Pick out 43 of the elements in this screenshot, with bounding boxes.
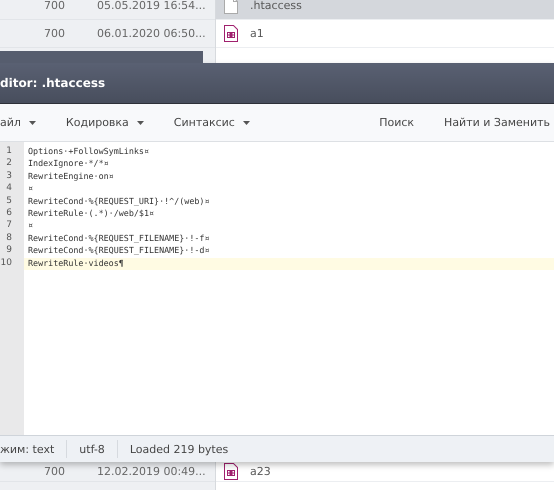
video-file-icon	[224, 25, 238, 42]
file-row[interactable]: .htaccess	[216, 0, 554, 20]
line-number: 6	[5, 208, 13, 220]
line-number: 3	[5, 170, 13, 183]
menu-dropdown[interactable]: айл	[0, 116, 36, 129]
caret-icon	[136, 120, 144, 124]
date-cell: 06.01.2020 06:50...	[97, 27, 206, 40]
line-number: 4	[5, 183, 13, 196]
line-number: 1	[5, 146, 13, 158]
code-line: ¤	[27, 183, 34, 196]
code-line: ¤	[27, 220, 34, 232]
code-line: RewriteRule·(.*)·/web/$1¤	[27, 208, 156, 220]
code-line: Options·+FollowSymLinks¤	[27, 146, 150, 158]
line-number: 2	[5, 158, 13, 170]
status-text: Loaded 219 bytes	[130, 442, 228, 456]
date-cell: 05.05.2019 16:54...	[97, 0, 206, 12]
code-line: RewriteCond·%{REQUEST_FILENAME}·!-f¤	[27, 232, 211, 245]
line-number: 8	[5, 232, 13, 245]
code-line: RewriteCond·%{REQUEST_FILENAME}·!-d¤	[27, 245, 211, 258]
caret-icon	[242, 120, 250, 124]
document-icon	[224, 0, 238, 14]
video-file-icon	[224, 462, 238, 480]
toolbar-button[interactable]: Поиск	[379, 116, 414, 129]
window-title: ditor: .htaccess	[0, 76, 106, 90]
caret-icon	[28, 120, 36, 124]
menu-dropdown[interactable]: Синтаксис	[174, 116, 250, 129]
permissions-cell-text: 700	[43, 0, 65, 12]
date-cell: 12.02.2019 00:49...	[97, 464, 206, 478]
code-line: IndexIgnore·*/*¤	[27, 158, 110, 170]
line-number: 5	[5, 196, 13, 208]
line-number: 10	[0, 258, 13, 270]
line-number: 7	[5, 220, 13, 232]
permissions-cell-text: 700	[43, 27, 65, 40]
menu-dropdown[interactable]: Кодировка	[66, 116, 144, 129]
status-text: utf-8	[79, 442, 105, 456]
code-line: RewriteEngine·on¤	[27, 170, 115, 183]
line-number: 9	[5, 245, 13, 258]
toolbar-button[interactable]: Найти и Заменить	[444, 116, 550, 129]
permissions-cell-text: 700	[43, 464, 65, 478]
file-row[interactable]: a1	[216, 20, 554, 48]
code-editor[interactable]	[0, 142, 554, 435]
code-line: RewriteCond·%{REQUEST_URI}·!^/(web)¤	[27, 196, 211, 208]
status-text: жим: text	[0, 442, 54, 456]
